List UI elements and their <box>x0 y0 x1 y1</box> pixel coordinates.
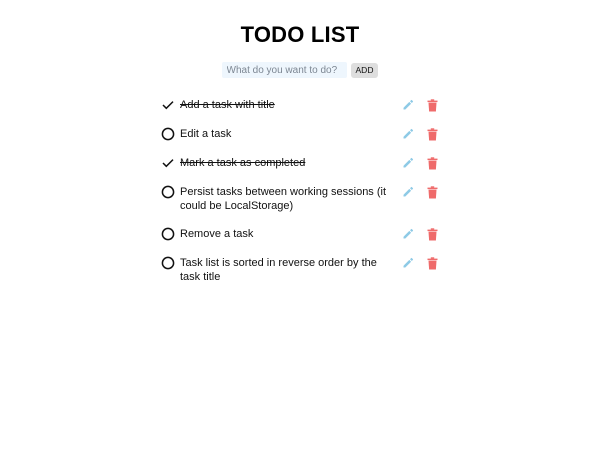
task-item: Add a task with title <box>160 93 440 117</box>
trash-icon[interactable] <box>425 185 439 199</box>
task-text: Task list is sorted in reverse order by … <box>180 257 377 283</box>
trash-icon[interactable] <box>425 98 439 112</box>
task-text: Remove a task <box>180 228 254 240</box>
pencil-icon[interactable] <box>401 227 415 241</box>
pencil-icon[interactable] <box>401 98 415 112</box>
trash-icon[interactable] <box>425 227 439 241</box>
add-task-form: ADD <box>0 62 600 78</box>
add-task-button[interactable]: ADD <box>350 62 379 78</box>
trash-icon[interactable] <box>425 127 439 141</box>
trash-icon[interactable] <box>425 256 439 270</box>
page-title: TODO LIST <box>240 22 360 47</box>
task-item: Remove a task <box>160 222 440 246</box>
task-item: Mark a task as completed <box>160 151 440 175</box>
task-text: Persist tasks between working sessions (… <box>180 186 387 212</box>
pencil-icon[interactable] <box>401 185 415 199</box>
pencil-icon[interactable] <box>401 256 415 270</box>
todo-app: TODO LIST ADD Add a task with title Edit … <box>0 0 600 450</box>
circle-icon[interactable] <box>160 126 176 142</box>
circle-icon[interactable] <box>160 226 176 242</box>
check-icon[interactable] <box>160 97 176 113</box>
circle-icon[interactable] <box>160 184 176 200</box>
task-text: Edit a task <box>180 128 232 140</box>
new-task-input[interactable] <box>221 62 347 78</box>
task-list: Add a task with title Edit a task Mark a t… <box>160 93 440 288</box>
task-item: Persist tasks between working sessions (… <box>160 180 440 217</box>
task-text: Mark a task as completed <box>180 157 306 169</box>
circle-icon[interactable] <box>160 255 176 271</box>
pencil-icon[interactable] <box>401 156 415 170</box>
task-text: Add a task with title <box>180 99 275 111</box>
task-item: Edit a task <box>160 122 440 146</box>
task-item: Task list is sorted in reverse order by … <box>160 251 440 288</box>
check-icon[interactable] <box>160 155 176 171</box>
trash-icon[interactable] <box>425 156 439 170</box>
pencil-icon[interactable] <box>401 127 415 141</box>
